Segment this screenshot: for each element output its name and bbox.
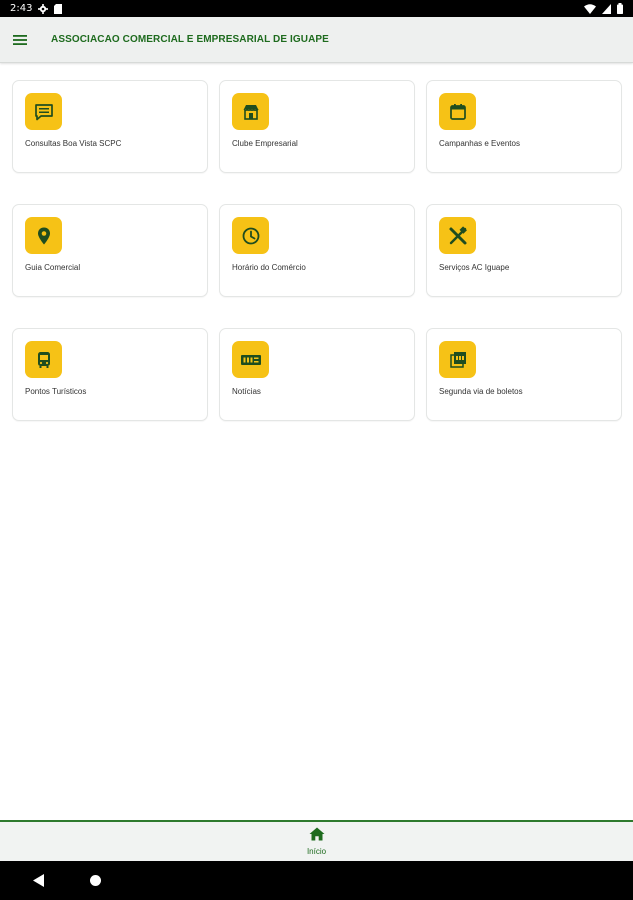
status-time: 2:43 — [10, 3, 33, 14]
bus-icon — [25, 341, 62, 378]
card-segunda-via-boletos[interactable]: Segunda via de boletos — [426, 328, 622, 421]
card-label: Campanhas e Eventos — [439, 139, 520, 148]
tools-icon — [439, 217, 476, 254]
home-circle-icon[interactable] — [90, 875, 101, 886]
card-label: Clube Empresarial — [232, 139, 298, 148]
card-label: Horário do Comércio — [232, 263, 306, 272]
clock-icon — [232, 217, 269, 254]
status-bar: 2:43 — [0, 0, 633, 17]
card-label: Consultas Boa Vista SCPC — [25, 139, 122, 148]
bottom-navigation: Início — [0, 820, 633, 861]
wifi-icon — [584, 3, 596, 14]
feature-grid: Consultas Boa Vista SCPC Clube Empresari… — [12, 80, 622, 421]
card-consultas-boa-vista[interactable]: Consultas Boa Vista SCPC — [12, 80, 208, 173]
storefront-icon — [232, 93, 269, 130]
status-right — [584, 3, 623, 14]
card-label: Segunda via de boletos — [439, 387, 523, 396]
battery-icon — [617, 3, 623, 14]
sd-card-icon — [54, 3, 63, 14]
app-bar: ASSOCIACAO COMERCIAL E EMPRESARIAL DE IG… — [0, 17, 633, 63]
card-guia-comercial[interactable]: Guia Comercial — [12, 204, 208, 297]
card-servicos-ac-iguape[interactable]: Serviços AC Iguape — [426, 204, 622, 297]
card-clube-empresarial[interactable]: Clube Empresarial — [219, 80, 415, 173]
gear-icon — [38, 3, 49, 14]
message-box-icon — [25, 93, 62, 130]
card-noticias[interactable]: Notícias — [219, 328, 415, 421]
news-badge-icon — [232, 341, 269, 378]
card-horario-comercio[interactable]: Horário do Comércio — [219, 204, 415, 297]
back-triangle-icon[interactable] — [33, 874, 44, 892]
card-label: Pontos Turísticos — [25, 387, 87, 396]
hamburger-menu-icon[interactable] — [0, 17, 40, 63]
card-label: Guia Comercial — [25, 263, 81, 272]
card-pontos-turisticos[interactable]: Pontos Turísticos — [12, 328, 208, 421]
calendar-icon — [439, 93, 476, 130]
pdf-document-icon — [439, 341, 476, 378]
signal-icon — [602, 3, 611, 14]
nav-item-inicio[interactable]: Início — [307, 822, 326, 861]
map-pin-icon — [25, 217, 62, 254]
nav-label-inicio: Início — [306, 847, 327, 856]
system-navigation-bar — [0, 861, 633, 900]
home-icon — [309, 827, 325, 846]
status-left: 2:43 — [10, 3, 63, 14]
card-label: Serviços AC Iguape — [439, 263, 510, 272]
card-label: Notícias — [232, 387, 261, 396]
app-title: ASSOCIACAO COMERCIAL E EMPRESARIAL DE IG… — [51, 34, 329, 45]
card-campanhas-eventos[interactable]: Campanhas e Eventos — [426, 80, 622, 173]
